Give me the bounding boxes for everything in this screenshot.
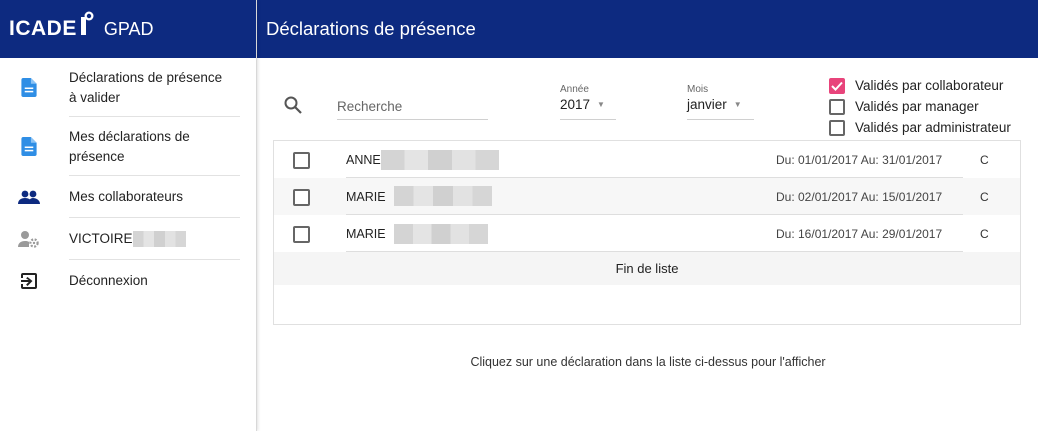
sidebar-item-label-line2: à valider: [69, 89, 121, 105]
sidebar-item-declarations-to-validate[interactable]: Déclarations de présence à valider: [0, 58, 256, 117]
sidebar-item-logout[interactable]: Déconnexion: [0, 260, 256, 302]
row-period: Du: 16/01/2017 Au: 29/01/2017: [776, 226, 943, 241]
month-select[interactable]: Mois janvier ▼: [687, 84, 754, 120]
empty-detail-hint: Cliquez sur une déclaration dans la list…: [470, 355, 826, 369]
brand-mark-icon: [80, 11, 94, 41]
row-status: C: [980, 189, 989, 204]
redacted-name: [394, 224, 488, 244]
document-icon: [18, 136, 40, 158]
redacted-name: [133, 231, 186, 247]
filter-label: Validés par collaborateur: [855, 78, 1004, 93]
year-select-value: 2017 ▼: [560, 97, 616, 112]
list-end-label: Fin de liste: [274, 252, 1020, 285]
chevron-down-icon: ▼: [597, 100, 605, 109]
row-name: ANNE: [346, 152, 381, 167]
row-checkbox[interactable]: [293, 189, 310, 206]
divider: [346, 251, 963, 252]
row-name: MARIE: [346, 189, 386, 204]
sidebar-item-label: Déconnexion: [69, 273, 148, 288]
month-select-value: janvier ▼: [687, 97, 754, 112]
sidebar-nav: Déclarations de présence à valider Mes d…: [0, 58, 256, 302]
filter-label: Validés par manager: [855, 99, 979, 114]
row-checkbox[interactable]: [293, 152, 310, 169]
brand-bar: ICADE GPAD: [0, 0, 256, 58]
filter-validated-by-manager[interactable]: Validés par manager: [829, 96, 1011, 117]
sidebar-item-collaborators[interactable]: Mes collaborateurs: [0, 176, 256, 218]
sidebar-item-label: Déclarations de présence à valider: [69, 68, 222, 108]
row-status: C: [980, 226, 989, 241]
app-name: GPAD: [103, 18, 154, 39]
people-icon: [18, 186, 40, 208]
sidebar-item-label-line1: Mes déclarations de: [69, 128, 190, 144]
filter-checkbox[interactable]: [829, 77, 845, 94]
sidebar-item-my-declarations[interactable]: Mes déclarations de présence: [0, 117, 256, 176]
brand-logo-text: ICADE: [9, 17, 77, 40]
chevron-down-icon: ▼: [733, 100, 742, 109]
app-window: ICADE GPAD Déclarations de présence à va…: [0, 0, 1038, 431]
user-settings-icon: [18, 228, 40, 250]
filter-validated-by-admin[interactable]: Validés par administrateur: [829, 117, 1011, 138]
sidebar: ICADE GPAD Déclarations de présence à va…: [0, 0, 257, 431]
row-status: C: [980, 152, 989, 167]
year-select[interactable]: Année 2017 ▼: [560, 84, 616, 120]
month-select-caption: Mois: [687, 84, 709, 95]
search-input[interactable]: [337, 94, 488, 120]
month-select-value-text: janvier: [687, 97, 727, 112]
row-period: Du: 01/01/2017 Au: 31/01/2017: [776, 152, 943, 167]
brand-logo: ICADE: [9, 11, 94, 41]
row-checkbox[interactable]: [293, 226, 310, 243]
validation-filters: Validés par collaborateur Validés par ma…: [829, 75, 1011, 138]
filter-validated-by-collaborator[interactable]: Validés par collaborateur: [829, 75, 1011, 96]
filter-checkbox[interactable]: [829, 119, 845, 136]
sidebar-item-user-profile[interactable]: VICTOIRE: [0, 218, 256, 260]
main-content: Année 2017 ▼ Mois janvier ▼ Validés par …: [258, 58, 1038, 431]
declarations-list: ANNE Du: 01/01/2017 Au: 31/01/2017 C MAR…: [273, 140, 1021, 325]
top-bar: Déclarations de présence: [257, 0, 1038, 58]
filter-label: Validés par administrateur: [855, 120, 1011, 135]
table-row[interactable]: MARIE Du: 02/01/2017 Au: 15/01/2017 C: [274, 178, 1020, 215]
table-row[interactable]: ANNE Du: 01/01/2017 Au: 31/01/2017 C: [274, 141, 1020, 178]
redacted-name: [381, 150, 499, 170]
table-row[interactable]: MARIE Du: 16/01/2017 Au: 29/01/2017 C: [274, 215, 1020, 252]
search-icon: [284, 96, 302, 114]
filter-checkbox[interactable]: [829, 98, 845, 115]
sidebar-item-label: Mes déclarations de présence: [69, 127, 190, 167]
redacted-name: [394, 186, 492, 206]
sidebar-item-label-line2: présence: [69, 148, 125, 164]
sidebar-item-label-line1: Déclarations de présence: [69, 69, 223, 85]
logout-icon: [18, 270, 40, 292]
page-title: Déclarations de présence: [266, 18, 476, 39]
row-name: MARIE: [346, 226, 386, 241]
year-select-value-text: 2017: [560, 97, 591, 112]
sidebar-item-label: VICTOIRE: [69, 231, 133, 246]
row-period: Du: 02/01/2017 Au: 15/01/2017: [776, 189, 943, 204]
year-select-caption: Année: [560, 84, 589, 95]
sidebar-item-label: Mes collaborateurs: [69, 189, 184, 204]
document-icon: [18, 77, 40, 99]
